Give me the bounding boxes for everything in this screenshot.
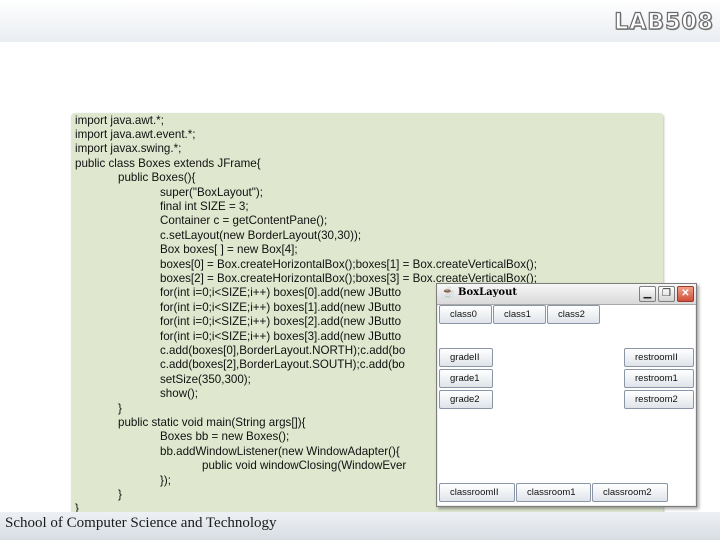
south-button-2[interactable]: classroom2 (592, 483, 668, 502)
code-line: super("BoxLayout"); (160, 186, 263, 199)
code-line: public static void main(String args[]){ (118, 416, 306, 429)
code-line: Box boxes[ ] = new Box[4]; (160, 243, 298, 256)
code-line: for(int i=0;i<SIZE;i++) boxes[0].add(new… (160, 286, 402, 299)
code-line: for(int i=0;i<SIZE;i++) boxes[1].add(new… (160, 301, 402, 314)
east-button-2[interactable]: restroom2 (624, 390, 694, 409)
code-line: } (118, 402, 122, 415)
north-button-1[interactable]: class1 (493, 305, 546, 324)
content-pane: class0 class1 class2 gradeII grade1 grad… (438, 305, 695, 505)
code-line: for(int i=0;i<SIZE;i++) boxes[3].add(new… (160, 330, 402, 343)
south-button-0[interactable]: classroomII (439, 483, 515, 502)
code-line: c.setLayout(new BorderLayout(30,30)); (160, 229, 362, 242)
east-button-0[interactable]: restroomII (624, 348, 694, 367)
code-line: }); (160, 474, 171, 487)
code-line: public class Boxes extends JFrame{ (75, 157, 261, 170)
footer-text: School of Computer Science and Technolog… (5, 515, 277, 531)
code-line: public Boxes(){ (118, 171, 196, 184)
code-line: } (118, 488, 122, 501)
boxlayout-window[interactable]: ☕ BoxLayout ▁ ❐ ✕ class0 class1 class2 g… (436, 283, 697, 507)
code-line: boxes[0] = Box.createHorizontalBox();box… (160, 258, 537, 271)
code-line: import java.awt.event.*; (75, 128, 196, 141)
header-band: LAB508 (0, 0, 720, 42)
java-cup-icon: ☕ (441, 287, 455, 299)
east-button-1[interactable]: restroom1 (624, 369, 694, 388)
south-button-1[interactable]: classroom1 (516, 483, 591, 502)
code-line: for(int i=0;i<SIZE;i++) boxes[2].add(new… (160, 315, 402, 328)
code-line: import java.awt.*; (75, 114, 164, 127)
window-title: BoxLayout (458, 287, 517, 298)
code-line: show(); (160, 387, 199, 400)
close-button[interactable]: ✕ (677, 286, 694, 302)
code-line: import javax.swing.*; (75, 142, 182, 155)
west-button-1[interactable]: grade1 (439, 369, 493, 388)
window-titlebar[interactable]: ☕ BoxLayout ▁ ❐ ✕ (437, 284, 696, 305)
code-line: Container c = getContentPane(); (160, 214, 328, 227)
west-button-0[interactable]: gradeII (439, 348, 493, 367)
code-line: setSize(350,300); (160, 373, 251, 386)
west-button-2[interactable]: grade2 (439, 390, 493, 409)
code-line: c.add(boxes[2],BorderLayout.SOUTH);c.add… (160, 358, 405, 371)
maximize-button[interactable]: ❐ (658, 286, 675, 302)
north-button-2[interactable]: class2 (547, 305, 600, 324)
code-line: bb.addWindowListener(new WindowAdapter()… (160, 445, 400, 458)
lab-logo: LAB508 (614, 9, 714, 35)
north-button-0[interactable]: class0 (439, 305, 492, 324)
code-line: final int SIZE = 3; (160, 200, 249, 213)
code-line: c.add(boxes[0],BorderLayout.NORTH);c.add… (160, 344, 406, 357)
code-line: Boxes bb = new Boxes(); (160, 430, 290, 443)
code-line: public void windowClosing(WindowEver (202, 459, 407, 472)
minimize-button[interactable]: ▁ (639, 286, 656, 302)
